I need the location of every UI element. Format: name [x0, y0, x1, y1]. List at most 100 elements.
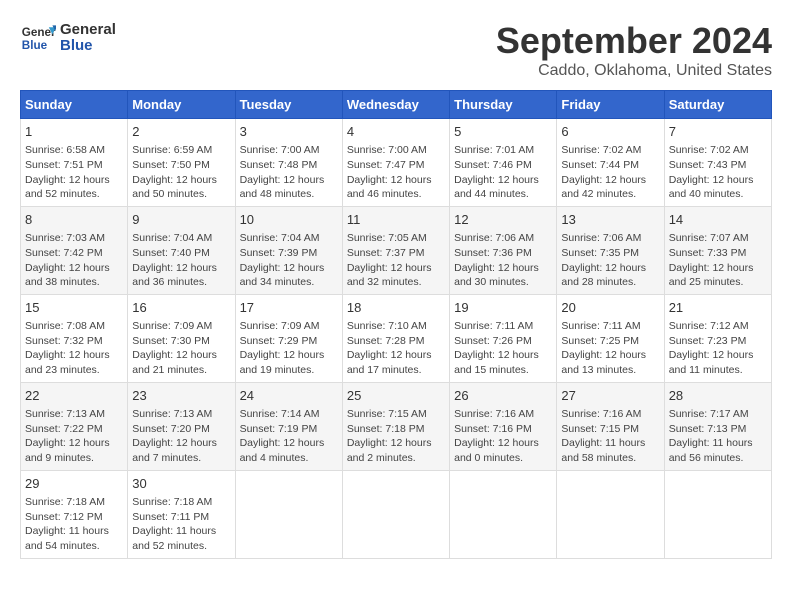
column-header-wednesday: Wednesday [342, 91, 449, 119]
page-subtitle: Caddo, Oklahoma, United States [496, 62, 772, 80]
day-info: Sunrise: 7:02 AM Sunset: 7:44 PM Dayligh… [561, 143, 659, 202]
day-info: Sunrise: 7:04 AM Sunset: 7:40 PM Dayligh… [132, 231, 230, 290]
day-info: Sunrise: 7:06 AM Sunset: 7:35 PM Dayligh… [561, 231, 659, 290]
day-info: Sunrise: 7:14 AM Sunset: 7:19 PM Dayligh… [240, 407, 338, 466]
calendar-table: SundayMondayTuesdayWednesdayThursdayFrid… [20, 90, 772, 559]
calendar-cell: 16 Sunrise: 7:09 AM Sunset: 7:30 PM Dayli… [128, 294, 235, 382]
logo-icon: General Blue [20, 20, 56, 56]
calendar-cell: 9 Sunrise: 7:04 AM Sunset: 7:40 PM Daylig… [128, 206, 235, 294]
calendar-week-row: 15 Sunrise: 7:08 AM Sunset: 7:32 PM Dayli… [21, 294, 772, 382]
calendar-cell: 2Sunrise: 6:59 AM Sunset: 7:50 PM Daylig… [128, 119, 235, 207]
svg-text:Blue: Blue [22, 39, 48, 52]
day-number: 15 [25, 299, 123, 317]
page-title: September 2024 [496, 20, 772, 62]
logo-line2: Blue [60, 38, 116, 55]
day-number: 23 [132, 387, 230, 405]
day-number: 14 [669, 211, 767, 229]
day-info: Sunrise: 7:11 AM Sunset: 7:25 PM Dayligh… [561, 319, 659, 378]
day-info: Sunrise: 7:09 AM Sunset: 7:30 PM Dayligh… [132, 319, 230, 378]
calendar-cell: 13 Sunrise: 7:06 AM Sunset: 7:35 PM Dayli… [557, 206, 664, 294]
calendar-cell: 4 Sunrise: 7:00 AM Sunset: 7:47 PM Daylig… [342, 119, 449, 207]
day-number: 22 [25, 387, 123, 405]
day-number: 21 [669, 299, 767, 317]
day-info: Sunrise: 7:08 AM Sunset: 7:32 PM Dayligh… [25, 319, 123, 378]
calendar-cell: 21 Sunrise: 7:12 AM Sunset: 7:23 PM Dayli… [664, 294, 771, 382]
day-info: Sunrise: 7:10 AM Sunset: 7:28 PM Dayligh… [347, 319, 445, 378]
calendar-cell [557, 470, 664, 558]
calendar-cell: 29 Sunrise: 7:18 AM Sunset: 7:12 PM Dayli… [21, 470, 128, 558]
day-info: Sunrise: 7:05 AM Sunset: 7:37 PM Dayligh… [347, 231, 445, 290]
column-header-thursday: Thursday [450, 91, 557, 119]
calendar-week-row: 8 Sunrise: 7:03 AM Sunset: 7:42 PM Daylig… [21, 206, 772, 294]
day-info: Sunrise: 6:58 AM Sunset: 7:51 PM Dayligh… [25, 143, 123, 202]
day-number: 9 [132, 211, 230, 229]
day-info: Sunrise: 7:15 AM Sunset: 7:18 PM Dayligh… [347, 407, 445, 466]
day-number: 20 [561, 299, 659, 317]
calendar-cell: 12Sunrise: 7:06 AM Sunset: 7:36 PM Dayli… [450, 206, 557, 294]
calendar-cell: 25 Sunrise: 7:15 AM Sunset: 7:18 PM Dayli… [342, 382, 449, 470]
day-number: 17 [240, 299, 338, 317]
column-header-monday: Monday [128, 91, 235, 119]
calendar-cell: 19Sunrise: 7:11 AM Sunset: 7:26 PM Dayli… [450, 294, 557, 382]
calendar-cell: 30 Sunrise: 7:18 AM Sunset: 7:11 PM Dayli… [128, 470, 235, 558]
day-number: 11 [347, 211, 445, 229]
day-number: 16 [132, 299, 230, 317]
calendar-cell [664, 470, 771, 558]
day-info: Sunrise: 7:18 AM Sunset: 7:12 PM Dayligh… [25, 495, 123, 554]
day-info: Sunrise: 7:02 AM Sunset: 7:43 PM Dayligh… [669, 143, 767, 202]
day-number: 3 [240, 123, 338, 141]
calendar-cell: 26 Sunrise: 7:16 AM Sunset: 7:16 PM Dayli… [450, 382, 557, 470]
day-number: 29 [25, 475, 123, 493]
day-info: Sunrise: 7:16 AM Sunset: 7:15 PM Dayligh… [561, 407, 659, 466]
day-number: 13 [561, 211, 659, 229]
column-header-friday: Friday [557, 91, 664, 119]
calendar-cell [450, 470, 557, 558]
day-number: 1 [25, 123, 123, 141]
calendar-cell: 24 Sunrise: 7:14 AM Sunset: 7:19 PM Dayli… [235, 382, 342, 470]
column-header-sunday: Sunday [21, 91, 128, 119]
day-number: 10 [240, 211, 338, 229]
day-number: 26 [454, 387, 552, 405]
day-number: 25 [347, 387, 445, 405]
page-header: General Blue General Blue September 2024… [20, 20, 772, 80]
calendar-cell: 15 Sunrise: 7:08 AM Sunset: 7:32 PM Dayli… [21, 294, 128, 382]
day-number: 8 [25, 211, 123, 229]
calendar-week-row: 29 Sunrise: 7:18 AM Sunset: 7:12 PM Dayli… [21, 470, 772, 558]
day-info: Sunrise: 7:16 AM Sunset: 7:16 PM Dayligh… [454, 407, 552, 466]
calendar-cell: 6Sunrise: 7:02 AM Sunset: 7:44 PM Daylig… [557, 119, 664, 207]
calendar-header-row: SundayMondayTuesdayWednesdayThursdayFrid… [21, 91, 772, 119]
column-header-tuesday: Tuesday [235, 91, 342, 119]
day-info: Sunrise: 7:12 AM Sunset: 7:23 PM Dayligh… [669, 319, 767, 378]
day-number: 4 [347, 123, 445, 141]
day-number: 5 [454, 123, 552, 141]
calendar-cell: 22 Sunrise: 7:13 AM Sunset: 7:22 PM Dayli… [21, 382, 128, 470]
title-block: September 2024 Caddo, Oklahoma, United S… [496, 20, 772, 80]
day-info: Sunrise: 7:06 AM Sunset: 7:36 PM Dayligh… [454, 231, 552, 290]
day-number: 18 [347, 299, 445, 317]
day-number: 27 [561, 387, 659, 405]
day-number: 30 [132, 475, 230, 493]
day-info: Sunrise: 7:11 AM Sunset: 7:26 PM Dayligh… [454, 319, 552, 378]
day-info: Sunrise: 7:13 AM Sunset: 7:22 PM Dayligh… [25, 407, 123, 466]
calendar-cell: 11 Sunrise: 7:05 AM Sunset: 7:37 PM Dayli… [342, 206, 449, 294]
day-info: Sunrise: 7:03 AM Sunset: 7:42 PM Dayligh… [25, 231, 123, 290]
calendar-cell: 10Sunrise: 7:04 AM Sunset: 7:39 PM Dayli… [235, 206, 342, 294]
logo: General Blue General Blue [20, 20, 116, 56]
day-info: Sunrise: 7:09 AM Sunset: 7:29 PM Dayligh… [240, 319, 338, 378]
column-header-saturday: Saturday [664, 91, 771, 119]
calendar-cell [235, 470, 342, 558]
day-info: Sunrise: 7:18 AM Sunset: 7:11 PM Dayligh… [132, 495, 230, 554]
day-number: 28 [669, 387, 767, 405]
day-info: Sunrise: 7:00 AM Sunset: 7:48 PM Dayligh… [240, 143, 338, 202]
calendar-cell: 27 Sunrise: 7:16 AM Sunset: 7:15 PM Dayli… [557, 382, 664, 470]
day-number: 24 [240, 387, 338, 405]
calendar-cell: 14 Sunrise: 7:07 AM Sunset: 7:33 PM Dayli… [664, 206, 771, 294]
logo-line1: General [60, 22, 116, 39]
calendar-cell: 3 Sunrise: 7:00 AM Sunset: 7:48 PM Daylig… [235, 119, 342, 207]
calendar-cell: 5Sunrise: 7:01 AM Sunset: 7:46 PM Daylig… [450, 119, 557, 207]
day-info: Sunrise: 7:00 AM Sunset: 7:47 PM Dayligh… [347, 143, 445, 202]
calendar-cell: 23Sunrise: 7:13 AM Sunset: 7:20 PM Dayli… [128, 382, 235, 470]
calendar-cell: 8 Sunrise: 7:03 AM Sunset: 7:42 PM Daylig… [21, 206, 128, 294]
day-info: Sunrise: 7:07 AM Sunset: 7:33 PM Dayligh… [669, 231, 767, 290]
calendar-cell: 18 Sunrise: 7:10 AM Sunset: 7:28 PM Dayli… [342, 294, 449, 382]
